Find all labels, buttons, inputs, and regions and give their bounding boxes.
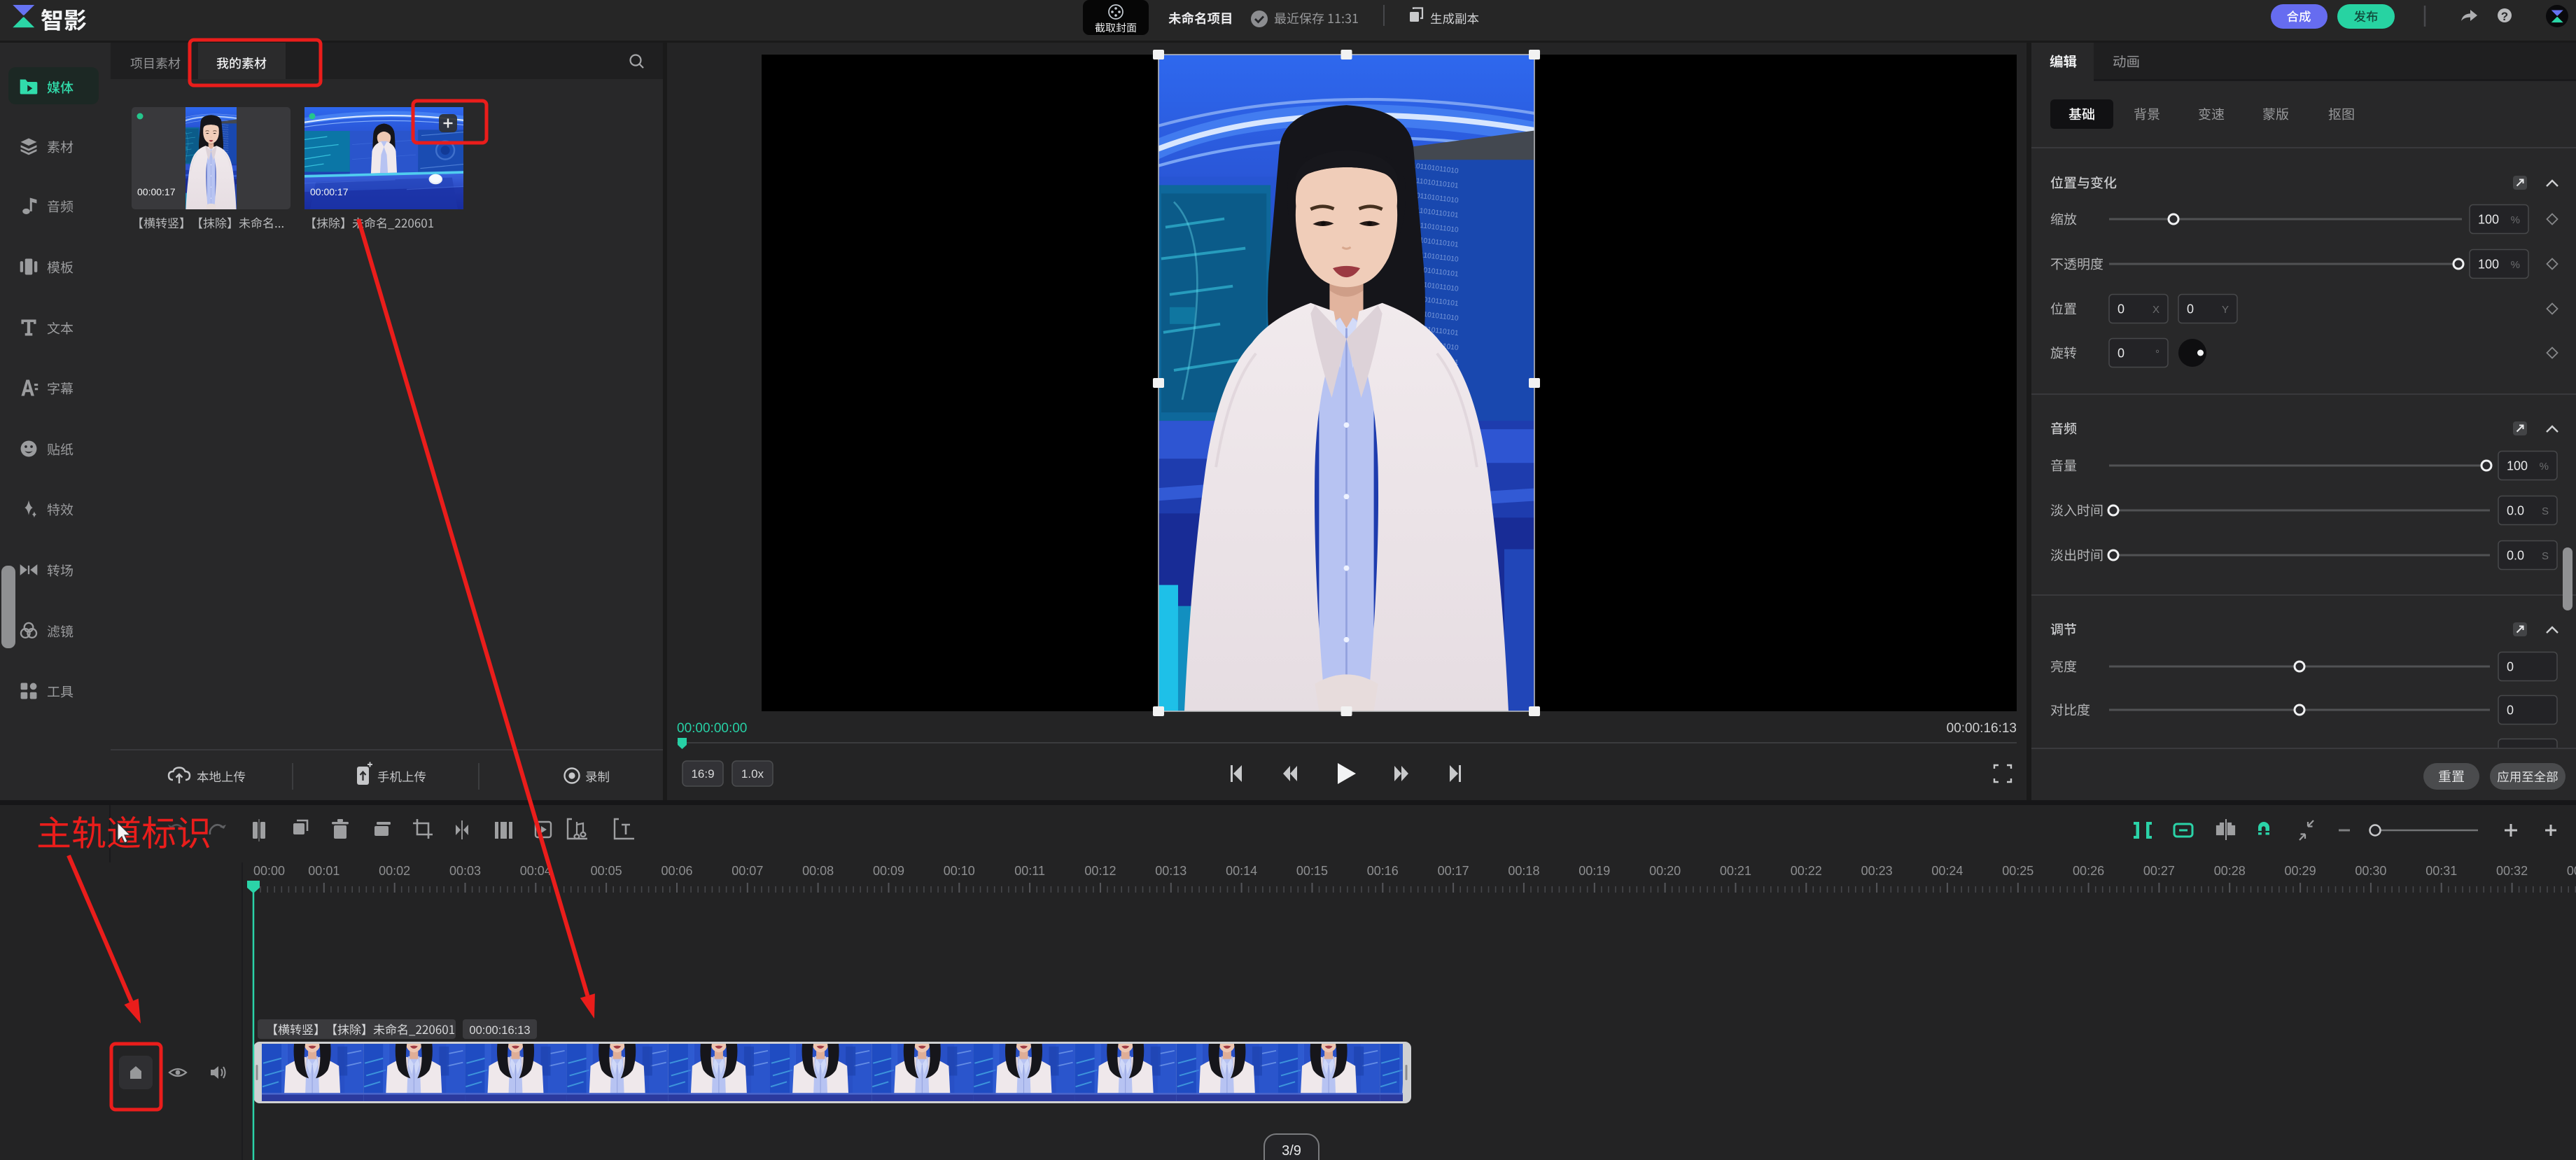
svg-text:°: °: [2155, 348, 2160, 360]
svg-text:00:00:16:13: 00:00:16:13: [469, 1024, 530, 1037]
svg-text:00:30: 00:30: [2355, 864, 2386, 878]
svg-text:Y: Y: [2222, 304, 2229, 316]
svg-text:S: S: [2542, 550, 2549, 562]
svg-text:00:29: 00:29: [2285, 864, 2316, 878]
svg-text:16:9: 16:9: [691, 767, 714, 781]
svg-text:%: %: [2540, 461, 2549, 473]
svg-text:%: %: [2511, 259, 2520, 271]
svg-text:00:18: 00:18: [1508, 864, 1539, 878]
svg-text:00:05: 00:05: [591, 864, 622, 878]
svg-text:%: %: [2511, 214, 2520, 226]
svg-text:00:00: 00:00: [253, 864, 285, 878]
svg-text:00:13: 00:13: [1155, 864, 1186, 878]
svg-text:00:31: 00:31: [2426, 864, 2457, 878]
svg-text:00:02: 00:02: [379, 864, 410, 878]
svg-text:00:03: 00:03: [449, 864, 481, 878]
svg-text:00:00:00:00: 00:00:00:00: [677, 721, 747, 736]
svg-text:00:07: 00:07: [732, 864, 763, 878]
svg-text:00:06: 00:06: [661, 864, 692, 878]
svg-text:00:33: 00:33: [2567, 864, 2576, 878]
svg-text:1.0x: 1.0x: [741, 767, 764, 781]
svg-text:00:17: 00:17: [1438, 864, 1469, 878]
svg-text:00:00:17: 00:00:17: [137, 186, 176, 197]
svg-text:00:22: 00:22: [1791, 864, 1822, 878]
svg-text:00:14: 00:14: [1226, 864, 1257, 878]
svg-text:00:08: 00:08: [802, 864, 834, 878]
svg-text:100: 100: [2478, 258, 2499, 272]
svg-text:00:00:17: 00:00:17: [310, 186, 349, 197]
svg-text:00:23: 00:23: [1861, 864, 1893, 878]
svg-text:00:20: 00:20: [1649, 864, 1681, 878]
svg-text:0: 0: [2507, 704, 2514, 718]
svg-text:0: 0: [2118, 347, 2124, 361]
svg-text:00:19: 00:19: [1578, 864, 1610, 878]
svg-text:100: 100: [2507, 459, 2528, 473]
svg-text:00:26: 00:26: [2073, 864, 2104, 878]
svg-text:00:32: 00:32: [2496, 864, 2528, 878]
svg-text:00:00:16:13: 00:00:16:13: [1947, 721, 2017, 736]
svg-text:00:04: 00:04: [520, 864, 552, 878]
svg-text:00:10: 00:10: [944, 864, 975, 878]
svg-text:S: S: [2542, 505, 2549, 517]
svg-text:00:12: 00:12: [1084, 864, 1116, 878]
svg-text:0.0: 0.0: [2507, 549, 2524, 563]
svg-text:X: X: [2152, 304, 2160, 316]
svg-text:00:28: 00:28: [2214, 864, 2246, 878]
svg-text:00:09: 00:09: [873, 864, 904, 878]
svg-text:?: ?: [2501, 10, 2508, 23]
svg-text:00:21: 00:21: [1720, 864, 1751, 878]
svg-text:0: 0: [2507, 660, 2514, 674]
svg-text:00:16: 00:16: [1367, 864, 1399, 878]
svg-text:0: 0: [2187, 302, 2194, 316]
svg-text:100: 100: [2478, 213, 2499, 227]
svg-text:0: 0: [2118, 302, 2124, 316]
svg-text:00:01: 00:01: [308, 864, 340, 878]
svg-text:3/9: 3/9: [1282, 1143, 1301, 1159]
svg-text:00:15: 00:15: [1296, 864, 1328, 878]
svg-text:00:27: 00:27: [2143, 864, 2175, 878]
svg-text:00:11: 00:11: [1014, 864, 1045, 878]
svg-text:0.0: 0.0: [2507, 504, 2524, 518]
svg-text:00:24: 00:24: [1931, 864, 1963, 878]
svg-text:00:25: 00:25: [2002, 864, 2033, 878]
